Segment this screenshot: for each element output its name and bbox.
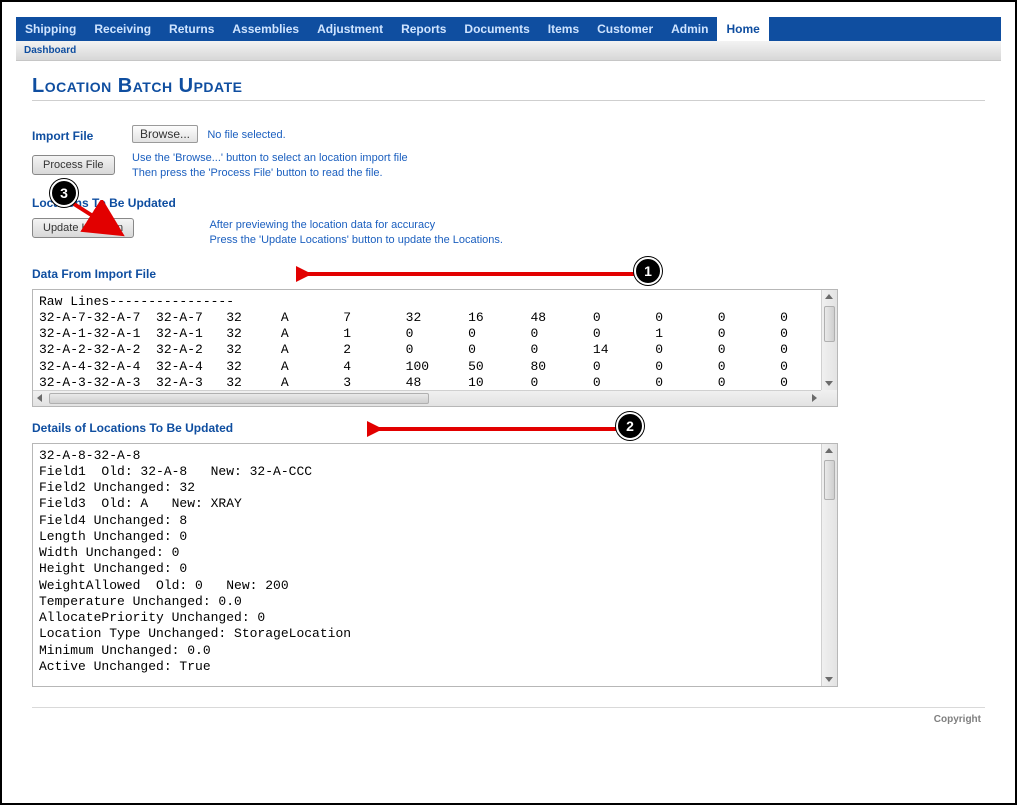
update-hint-1: After previewing the location data for a…	[209, 218, 502, 233]
details-box: 32-A-8-32-A-8 Field1 Old: 32-A-8 New: 32…	[32, 443, 838, 687]
arrow-3	[70, 200, 126, 240]
callout-2: 2	[616, 412, 644, 440]
import-hint-1: Use the 'Browse...' button to select an …	[132, 151, 408, 166]
main-nav: Shipping Receiving Returns Assemblies Ad…	[16, 17, 1001, 41]
update-hint-2: Press the 'Update Locations' button to u…	[209, 233, 502, 248]
panel1-resize-grip[interactable]	[821, 390, 837, 406]
no-file-text: No file selected.	[207, 129, 285, 141]
nav-admin[interactable]: Admin	[662, 17, 717, 41]
import-hint-2: Then press the 'Process File' button to …	[132, 166, 408, 181]
nav-items[interactable]: Items	[539, 17, 588, 41]
locations-heading: Locations To Be Updated	[32, 196, 985, 210]
nav-adjustment[interactable]: Adjustment	[308, 17, 392, 41]
callout-1: 1	[634, 257, 662, 285]
panel1-vscroll[interactable]	[821, 290, 837, 390]
subnav-dashboard[interactable]: Dashboard	[24, 45, 76, 56]
nav-shipping[interactable]: Shipping	[16, 17, 85, 41]
panel1-hscroll[interactable]	[33, 390, 821, 406]
nav-returns[interactable]: Returns	[160, 17, 223, 41]
import-file-label: Import File	[32, 125, 132, 143]
nav-home[interactable]: Home	[717, 17, 768, 41]
process-file-button[interactable]: Process File	[32, 155, 115, 175]
browse-button[interactable]: Browse...	[132, 125, 198, 143]
nav-reports[interactable]: Reports	[392, 17, 455, 41]
nav-assemblies[interactable]: Assemblies	[223, 17, 308, 41]
nav-customer[interactable]: Customer	[588, 17, 662, 41]
arrow-1	[296, 264, 642, 284]
page-title: Location Batch Update	[32, 75, 985, 101]
arrow-2	[367, 419, 625, 439]
sub-nav: Dashboard	[16, 41, 1001, 61]
nav-receiving[interactable]: Receiving	[85, 17, 160, 41]
details-content: 32-A-8-32-A-8 Field1 Old: 32-A-8 New: 32…	[33, 444, 837, 680]
import-data-box: Raw Lines---------------- 32-A-7-32-A-7 …	[32, 289, 838, 407]
footer-copyright: Copyright	[32, 707, 985, 731]
panel2-vscroll[interactable]	[821, 444, 837, 686]
nav-documents[interactable]: Documents	[455, 17, 538, 41]
callout-3: 3	[50, 179, 78, 207]
